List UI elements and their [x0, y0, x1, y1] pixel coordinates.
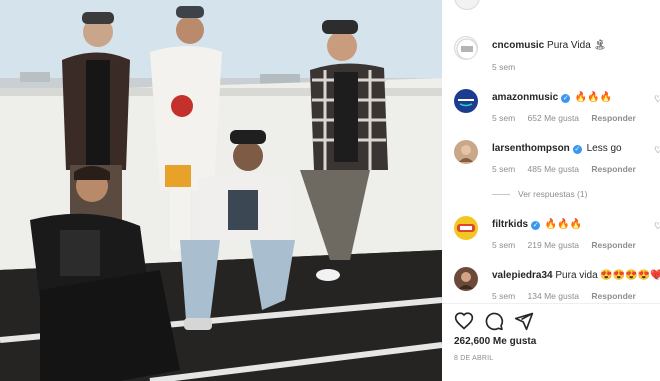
amazon-music-logo-icon [458, 99, 474, 107]
view-replies-label[interactable]: Ver respuestas (1) [518, 189, 587, 199]
comment-meta: 5 sem 652 Me gusta Responder [492, 113, 646, 123]
like-button[interactable] [454, 311, 474, 331]
comment-likes[interactable]: 652 Me gusta [528, 113, 580, 123]
comment-button[interactable] [484, 311, 504, 331]
heart-icon [454, 312, 474, 330]
comment-text: valepiedra34 Pura vida 😍😍😍😍❤️ [492, 269, 660, 282]
comment-message: Less go [586, 143, 622, 154]
share-button[interactable] [514, 311, 534, 331]
comment-time[interactable]: 5 sem [492, 291, 515, 301]
avatar[interactable] [454, 140, 478, 164]
comment-text: filtrkids ✓ 🔥🔥🔥 [492, 218, 582, 231]
reply-button[interactable]: Responder [591, 113, 635, 123]
comment-icon [485, 312, 504, 331]
reply-button[interactable]: Responder [591, 240, 635, 250]
comment-text: larsenthompson ✓ Less go [492, 142, 622, 155]
previous-post-strip [442, 0, 660, 10]
caption-username[interactable]: cncomusic [492, 40, 544, 51]
comment-message: 🔥🔥🔥 [574, 92, 613, 103]
avatar[interactable] [454, 36, 478, 60]
comment-username[interactable]: amazonmusic [492, 92, 558, 103]
avatar[interactable] [454, 216, 478, 240]
caption-time[interactable]: 5 sem [492, 62, 515, 72]
reply-button[interactable]: Responder [591, 164, 635, 174]
comment-likes[interactable]: 485 Me gusta [528, 164, 580, 174]
caption-message: Pura Vida 🏝 [547, 40, 607, 51]
comment-message: Pura vida 😍😍😍😍❤️ [555, 270, 660, 281]
share-icon [514, 312, 534, 331]
view-replies-button[interactable]: Ver respuestas (1) [492, 189, 587, 199]
comment-text: amazonmusic ✓ 🔥🔥🔥 [492, 91, 612, 104]
comment-message: 🔥🔥🔥 [544, 219, 583, 230]
caption-meta: 5 sem [492, 62, 525, 72]
view-replies-line [492, 194, 510, 196]
comment-username[interactable]: larsenthompson [492, 143, 570, 154]
comment-time[interactable]: 5 sem [492, 113, 515, 123]
heart-icon[interactable]: ♡ [654, 145, 660, 155]
post-date[interactable]: 8 DE ABRIL [454, 355, 493, 362]
comment-username[interactable]: filtrkids [492, 219, 528, 230]
verified-badge-icon: ✓ [531, 221, 541, 230]
comment-meta: 5 sem 134 Me gusta Responder [492, 291, 646, 301]
avatar[interactable] [454, 267, 478, 291]
heart-icon[interactable]: ♡ [654, 221, 660, 231]
comment-username[interactable]: valepiedra34 [492, 270, 553, 281]
avatar[interactable] [454, 89, 478, 113]
comment-likes[interactable]: 134 Me gusta [528, 291, 580, 301]
comment-time[interactable]: 5 sem [492, 240, 515, 250]
post-photo[interactable] [0, 0, 442, 381]
verified-badge-icon: ✓ [561, 94, 571, 103]
caption-text: cncomusic Pura Vida 🏝 [492, 39, 606, 52]
comment-meta: 5 sem 219 Me gusta Responder [492, 240, 646, 250]
avatar[interactable] [454, 0, 480, 10]
profile-photo-icon [459, 272, 473, 289]
heart-icon[interactable]: ♡ [654, 94, 660, 104]
comment-time[interactable]: 5 sem [492, 164, 515, 174]
comment-meta: 5 sem 485 Me gusta Responder [492, 164, 646, 174]
likes-count[interactable]: 262,600 Me gusta [454, 336, 536, 347]
heart-icon[interactable]: ♡ [654, 272, 660, 282]
divider [442, 303, 660, 304]
profile-photo-icon [459, 145, 473, 162]
reply-button[interactable]: Responder [591, 291, 635, 301]
photo-illustration [0, 0, 442, 381]
comments-panel: cncomusic Pura Vida 🏝 5 sem amazonmusic ✓… [442, 0, 660, 381]
comment-likes[interactable]: 219 Me gusta [528, 240, 580, 250]
cnco-logo-icon [456, 38, 477, 59]
verified-badge-icon: ✓ [572, 145, 582, 154]
filtr-logo-icon [457, 224, 475, 232]
